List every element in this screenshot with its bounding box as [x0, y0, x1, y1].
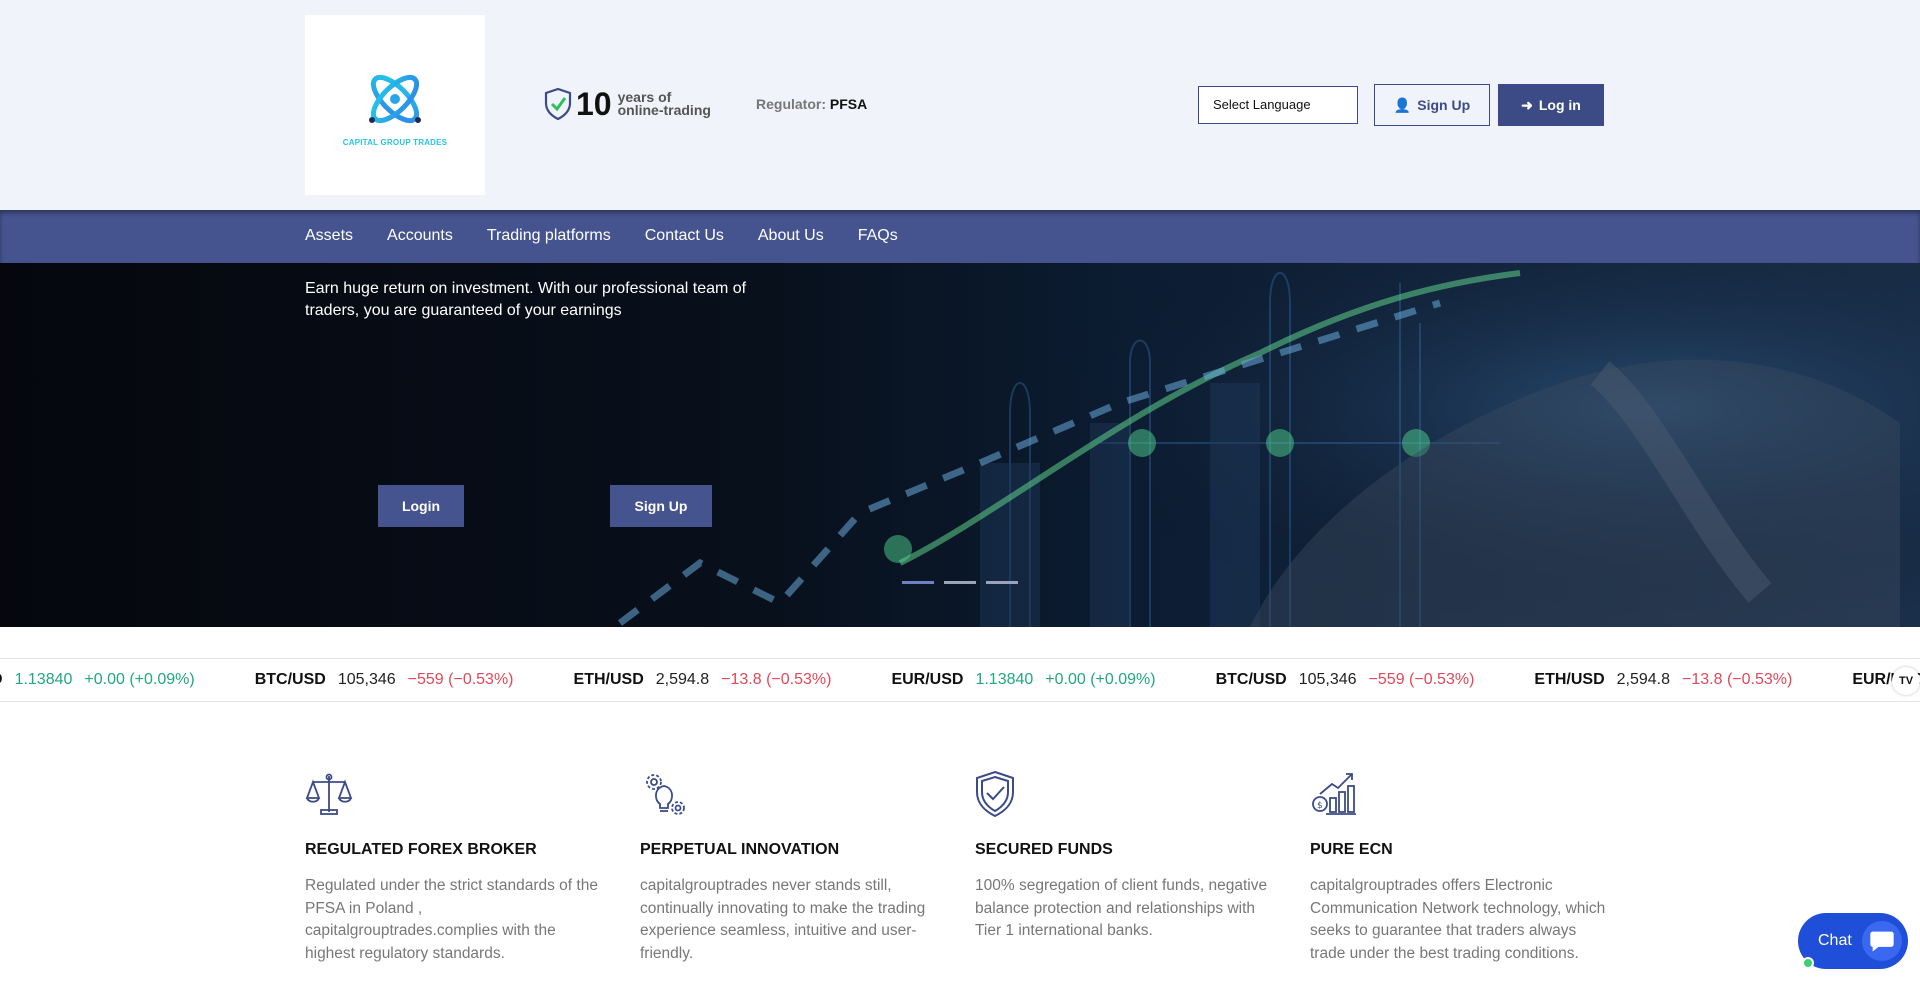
login-label: Log in [1538, 97, 1581, 113]
ticker-price: 1.13840 [975, 671, 1034, 688]
innovation-icon [646, 774, 685, 815]
sign-in-icon: ➜ [1521, 96, 1533, 113]
nav-item-contact-us[interactable]: Contact Us [645, 227, 724, 245]
ticker-change: +0.00 (+0.09%) [84, 671, 195, 688]
nav-item-trading-platforms[interactable]: Trading platforms [487, 227, 611, 245]
ticker-item[interactable]: BTC/USD 105,346 −559 (−0.53%) [255, 671, 514, 689]
site-logo[interactable]: CAPITAL GROUP TRADES [305, 15, 485, 195]
user-icon: 👤 [1393, 96, 1412, 113]
online-status-dot [1802, 957, 1814, 969]
feature-text: capitalgrouptrades offers Electronic Com… [1310, 877, 1606, 962]
ticker-symbol: ETH/USD [1534, 671, 1605, 688]
ticker-item[interactable]: D 1.13840 +0.00 (+0.09%) [0, 671, 195, 689]
feature-title: PERPETUAL INNOVATION [640, 841, 840, 858]
feature-text: Regulated under the strict standards of … [305, 877, 598, 962]
ticker-item[interactable]: EUR/USD 1.13840 +0.00 (+0.09%) [891, 671, 1155, 689]
ticker-item[interactable]: ETH/USD 2,594.8 −13.8 (−0.53%) [1534, 671, 1792, 689]
feature-text: capitalgrouptrades never stands still, c… [640, 877, 926, 962]
signup-button[interactable]: 👤 Sign Up [1374, 84, 1490, 126]
regulator-info: Regulator: PFSA [756, 96, 867, 112]
ticker-price: 1.13840 [14, 671, 73, 688]
ticker-price: 105,346 [1298, 671, 1357, 688]
ticker-symbol: BTC/USD [1215, 671, 1287, 688]
feature-title: PURE ECN [1310, 841, 1393, 858]
ticker-track: D 1.13840 +0.00 (+0.09%) BTC/USD 105,346 −559… [0, 671, 1920, 689]
signup-label: Sign Up [1417, 97, 1471, 113]
ticker-price: 2,594.8 [1616, 671, 1671, 688]
price-ticker: D 1.13840 +0.00 (+0.09%) BTC/USD 105,346 −559… [0, 658, 1920, 702]
feature-title: SECURED FUNDS [975, 841, 1113, 858]
scales-icon [305, 773, 353, 815]
ticker-change: +0.00 (+0.09%) [1045, 671, 1156, 688]
slider-dot-2[interactable] [944, 581, 976, 584]
slider-dots [902, 581, 1018, 584]
slider-dot-3[interactable] [986, 581, 1018, 584]
chat-widget-button[interactable]: Chat [1798, 913, 1908, 969]
feature-regulated: REGULATED FOREX BROKER Regulated under t… [305, 770, 640, 965]
ticker-item[interactable]: BTC/USD 105,346 −559 (−0.53%) [1216, 671, 1475, 689]
chat-label: Chat [1818, 932, 1852, 949]
hero-login-button[interactable]: Login [378, 485, 464, 527]
feature-secured-funds: SECURED FUNDS 100% segregation of client… [975, 770, 1310, 965]
experience-badge: 10 years of online-trading [544, 88, 711, 120]
years-number: 10 [576, 86, 612, 122]
growth-chart-icon: $ [1312, 773, 1356, 815]
login-button[interactable]: ➜ Log in [1498, 84, 1604, 126]
ticker-change: −559 (−0.53%) [407, 671, 514, 688]
ticker-symbol: BTC/USD [254, 671, 326, 688]
ticker-change: −13.8 (−0.53%) [1682, 671, 1793, 688]
ticker-change: −559 (−0.53%) [1368, 671, 1475, 688]
svg-text:$: $ [1317, 801, 1323, 811]
ticker-symbol: EUR/USD [891, 671, 964, 688]
feature-pure-ecn: $ PURE ECN capitalgrouptrades offers Ele… [1310, 770, 1645, 965]
ticker-price: 2,594.8 [655, 671, 710, 688]
features-section: REGULATED FOREX BROKER Regulated under t… [305, 770, 1645, 965]
regulator-label: Regulator: [756, 96, 826, 112]
years-text: years of online-trading [617, 90, 711, 118]
logo-text: CAPITAL GROUP TRADES [342, 137, 448, 147]
atom-logo-icon [369, 74, 421, 123]
shield-check-icon [544, 88, 572, 120]
hero-background-image [617, 263, 1920, 627]
years-line2: online-trading [617, 102, 711, 118]
shield-check-icon [976, 770, 1014, 818]
regulator-value: PFSA [829, 96, 868, 112]
nav-item-assets[interactable]: Assets [305, 227, 353, 245]
feature-innovation: PERPETUAL INNOVATION capitalgrouptrades … [640, 770, 975, 965]
feature-text: 100% segregation of client funds, negati… [975, 877, 1268, 939]
nav-item-about-us[interactable]: About Us [758, 227, 824, 245]
ticker-price: 105,346 [337, 671, 396, 688]
nav-item-accounts[interactable]: Accounts [387, 227, 453, 245]
feature-title: REGULATED FOREX BROKER [305, 841, 537, 858]
language-select[interactable]: Select Language [1198, 86, 1358, 124]
chat-bubble-icon [1862, 921, 1902, 961]
ticker-symbol: ETH/USD [573, 671, 644, 688]
slider-dot-1[interactable] [902, 581, 934, 584]
tradingview-badge-icon[interactable]: TV [1892, 667, 1920, 695]
ticker-item[interactable]: ETH/USD 2,594.8 −13.8 (−0.53%) [574, 671, 832, 689]
ticker-change: −13.8 (−0.53%) [721, 671, 832, 688]
main-nav: Assets Accounts Trading platforms Contac… [0, 210, 1920, 263]
site-header: CAPITAL GROUP TRADES 10 years of online-… [0, 0, 1920, 210]
hero-slider: Earn huge return on investment. With our… [0, 263, 1920, 627]
hero-signup-button[interactable]: Sign Up [610, 485, 712, 527]
ticker-symbol: D [0, 671, 3, 689]
hero-copy: Earn huge return on investment. With our… [305, 280, 747, 319]
nav-item-faqs[interactable]: FAQs [858, 227, 898, 245]
